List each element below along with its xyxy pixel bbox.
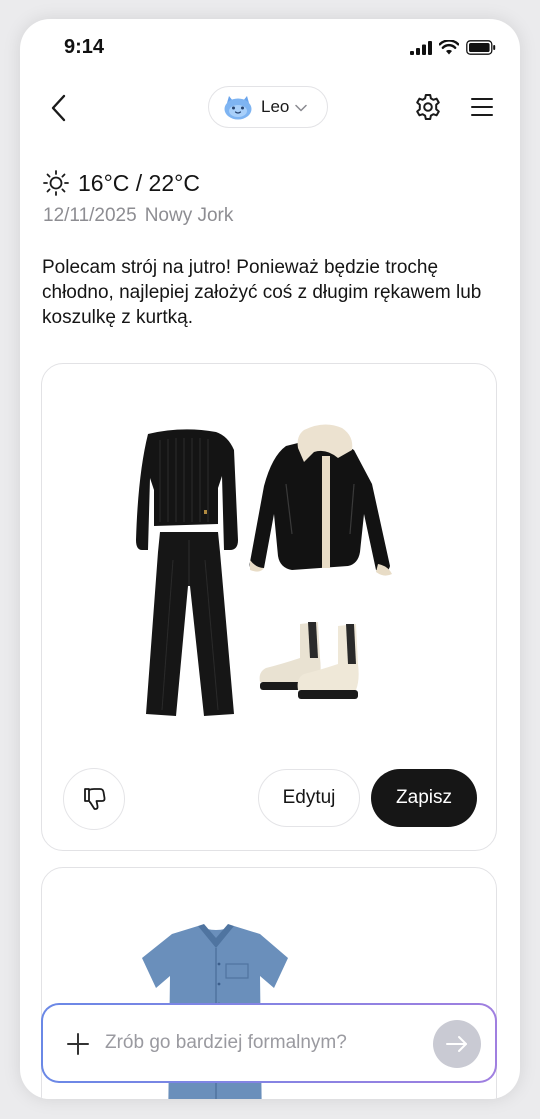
chevron-down-icon	[295, 104, 308, 112]
agent-avatar-icon	[224, 96, 252, 120]
arrow-right-icon	[446, 1036, 467, 1052]
weather-row: 16°C / 22°C	[42, 169, 200, 197]
prompt-input[interactable]	[105, 1023, 425, 1063]
agent-selector[interactable]: Leo	[208, 86, 328, 128]
cellular-signal-icon	[410, 40, 432, 55]
temperature-range: 16°C / 22°C	[78, 169, 200, 196]
sun-icon	[43, 170, 69, 196]
attach-button[interactable]	[65, 1031, 91, 1057]
settings-button[interactable]	[413, 92, 443, 122]
status-time: 9:14	[64, 36, 105, 58]
agent-name: Leo	[261, 97, 290, 116]
save-button[interactable]: Zapisz	[371, 769, 477, 827]
outfit-collage-image	[136, 424, 392, 716]
chevron-left-icon	[51, 94, 66, 122]
forecast-location: Nowy Jork	[144, 205, 234, 226]
forecast-date: 12/11/2025	[43, 205, 137, 226]
phone-screen: 9:14 Leo 16°C / 22°C 12/11/2025 Nowy Jor…	[20, 19, 520, 1099]
gear-icon	[416, 94, 440, 120]
date-location: 12/11/2025 Nowy Jork	[43, 205, 233, 227]
status-icons	[410, 40, 496, 55]
boots-image	[259, 622, 359, 699]
back-button[interactable]	[42, 91, 76, 125]
wifi-icon	[439, 40, 459, 55]
hamburger-menu-icon	[471, 98, 493, 116]
assistant-message: Polecam strój na jutro! Ponieważ będzie …	[42, 257, 482, 328]
send-button[interactable]	[433, 1020, 481, 1068]
thumbs-down-icon	[84, 788, 106, 810]
plus-icon	[67, 1033, 89, 1055]
dislike-button[interactable]	[63, 768, 125, 830]
outfit-card: Edytuj Zapisz	[41, 363, 497, 851]
jacket-image	[249, 424, 392, 576]
status-bar: 9:14	[20, 19, 520, 75]
edit-button[interactable]: Edytuj	[258, 769, 360, 827]
knit-top-image	[136, 429, 238, 550]
menu-button[interactable]	[470, 95, 494, 119]
chat-input-bar	[41, 1003, 497, 1083]
battery-icon	[466, 40, 496, 55]
trousers-image	[146, 532, 234, 716]
